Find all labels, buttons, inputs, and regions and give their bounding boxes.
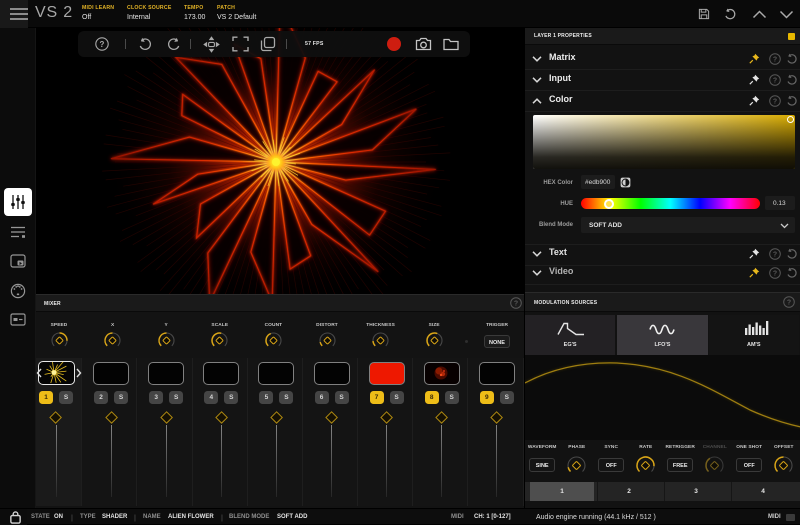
svg-text:?: ? — [100, 40, 105, 49]
svg-text:?: ? — [773, 271, 777, 278]
svg-text:?: ? — [514, 301, 518, 308]
svg-text:?: ? — [773, 252, 777, 259]
svg-text:?: ? — [773, 57, 777, 64]
svg-text:?: ? — [787, 300, 791, 307]
svg-text:?: ? — [773, 99, 777, 106]
svg-text:?: ? — [773, 78, 777, 85]
